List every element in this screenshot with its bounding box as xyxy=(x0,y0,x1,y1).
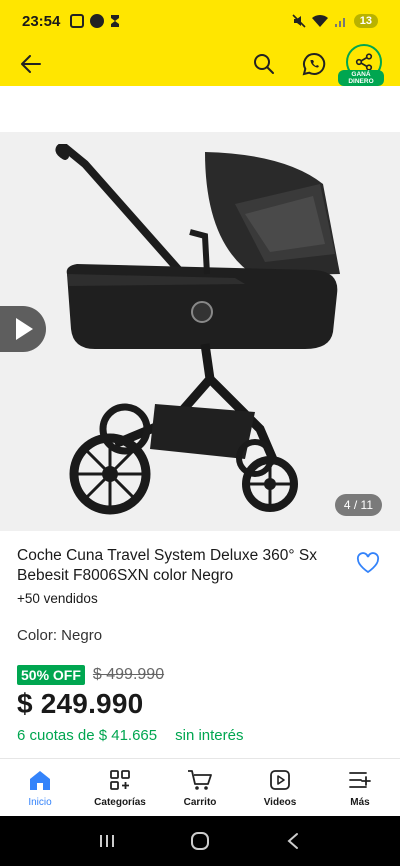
home-system-button[interactable] xyxy=(188,829,212,853)
signal-icon xyxy=(334,18,345,27)
battery-badge: 13 xyxy=(353,14,378,28)
search-button[interactable] xyxy=(246,46,282,82)
hourglass-icon xyxy=(111,15,120,27)
cart-icon xyxy=(187,767,213,793)
recent-apps-button[interactable] xyxy=(95,829,119,853)
current-price: $ 249.990 xyxy=(17,688,144,719)
screenshot-icon xyxy=(70,14,85,28)
discount-row: 50% OFF $ 499.990 xyxy=(17,665,164,685)
categories-icon xyxy=(107,767,133,793)
back-button[interactable] xyxy=(16,49,46,79)
interest-text: sin interés xyxy=(175,727,244,744)
status-time: 23:54 xyxy=(22,12,61,30)
heart-icon xyxy=(356,552,380,574)
app-bar: GANÁ DINERO xyxy=(0,42,400,86)
nav-item-categorias[interactable]: Categorías xyxy=(80,759,160,816)
product-gallery[interactable]: 4 / 11 xyxy=(0,86,400,531)
sold-count: +50 vendidos xyxy=(17,591,98,606)
messenger-icon xyxy=(90,14,105,28)
play-video-button[interactable] xyxy=(0,306,46,352)
nav-item-mas[interactable]: Más xyxy=(320,759,400,816)
nav-item-inicio[interactable]: Inicio xyxy=(0,759,80,816)
play-icon xyxy=(15,318,33,340)
arrow-left-icon xyxy=(21,55,41,73)
status-bar: 23:54 13 xyxy=(0,0,400,42)
status-system-icons: 13 xyxy=(292,14,378,28)
videos-icon xyxy=(267,767,293,793)
home-icon xyxy=(27,767,53,793)
share-earn-button[interactable]: GANÁ DINERO xyxy=(338,44,384,86)
nav-item-carrito[interactable]: Carrito xyxy=(160,759,240,816)
installments-text: 6 cuotas de $ 41.665 xyxy=(17,727,158,744)
installments-info: 6 cuotas de $ 41.665 sin interés xyxy=(17,727,244,744)
product-image-stroller xyxy=(55,144,340,515)
whatsapp-button[interactable] xyxy=(296,46,332,82)
gana-dinero-badge: GANÁ DINERO xyxy=(338,70,384,86)
back-system-button[interactable] xyxy=(281,829,305,853)
nav-item-videos[interactable]: Videos xyxy=(240,759,320,816)
favorite-button[interactable] xyxy=(356,552,380,574)
product-title: Coche Cuna Travel System Deluxe 360° Sx … xyxy=(17,547,317,584)
status-notification-icons xyxy=(70,14,120,28)
image-counter: 4 / 11 xyxy=(334,494,382,516)
bottom-navigation: Inicio Categorías Carrito Videos Más xyxy=(0,758,400,816)
mute-icon xyxy=(292,14,306,28)
color-selector-label[interactable]: Color: Negro xyxy=(17,627,102,644)
original-price: $ 499.990 xyxy=(92,666,165,683)
color-label-text: Color: Negro xyxy=(17,627,103,644)
system-navigation-bar xyxy=(0,816,400,866)
recents-icon xyxy=(99,835,114,847)
nav-label-inicio: Inicio xyxy=(28,797,52,808)
chevron-left-icon xyxy=(287,833,299,849)
discount-badge: 50% OFF xyxy=(17,665,85,685)
nav-label-carrito: Carrito xyxy=(183,797,217,808)
nav-label-mas: Más xyxy=(350,797,370,808)
wifi-icon xyxy=(311,14,328,27)
share-icon xyxy=(355,53,373,71)
nav-label-categorias: Categorías xyxy=(94,797,146,808)
home-circle-icon xyxy=(190,832,209,850)
nav-label-videos: Videos xyxy=(263,797,297,808)
more-icon xyxy=(347,767,373,793)
whatsapp-icon xyxy=(302,52,326,76)
search-icon xyxy=(254,54,274,74)
